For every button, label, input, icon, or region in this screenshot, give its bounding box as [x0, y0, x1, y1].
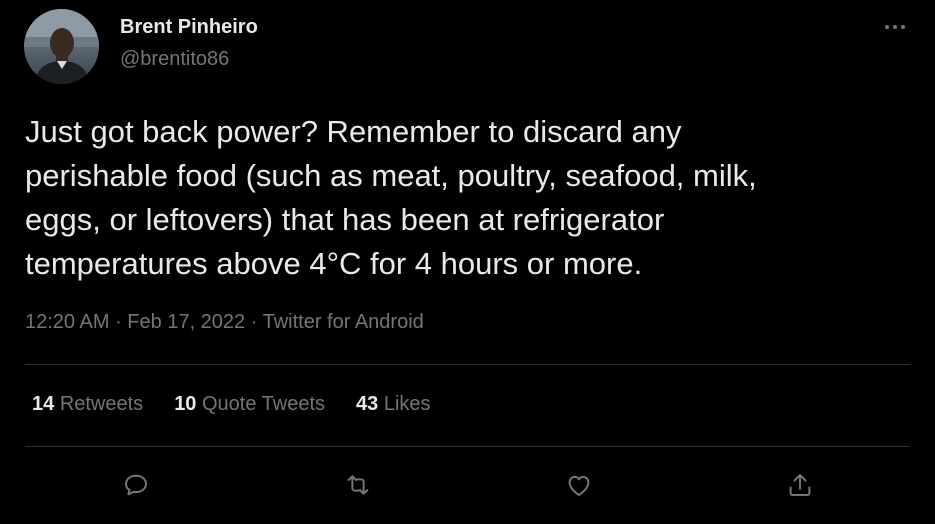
retweet-icon [347, 475, 369, 495]
retweets-stat[interactable]: 14 Retweets [32, 393, 143, 416]
tweet-date[interactable]: Feb 17, 2022 [127, 311, 245, 333]
share-button[interactable] [777, 462, 823, 508]
more-button[interactable] [877, 12, 913, 42]
tweet-meta: 12:20 AM · Feb 17, 2022 · Twitter for An… [25, 311, 424, 334]
tweet-source[interactable]: Twitter for Android [263, 311, 424, 333]
quote-tweets-stat[interactable]: 10 Quote Tweets [174, 393, 325, 416]
author-name[interactable]: Brent Pinheiro [120, 16, 258, 39]
meta-separator: · [245, 311, 263, 333]
like-button[interactable] [556, 462, 602, 508]
likes-count: 43 [356, 393, 379, 415]
avatar-image [24, 9, 99, 84]
retweets-label: Retweets [59, 393, 144, 415]
author-handle[interactable]: @brentito86 [120, 48, 229, 71]
retweet-button[interactable] [335, 462, 381, 508]
reply-button[interactable] [113, 462, 159, 508]
divider [25, 446, 910, 447]
reply-icon [125, 474, 147, 496]
share-icon [789, 474, 811, 496]
quote-tweets-count: 10 [174, 393, 197, 415]
likes-label: Likes [383, 393, 431, 415]
like-icon [568, 475, 590, 496]
meta-separator: · [109, 311, 128, 333]
action-bar [0, 462, 935, 508]
divider [25, 364, 910, 365]
retweets-count: 14 [32, 393, 55, 415]
tweet-text: Just got back power? Remember to discard… [25, 114, 757, 281]
avatar[interactable] [24, 9, 99, 84]
tweet-time[interactable]: 12:20 AM [25, 311, 110, 333]
tweet-stats: 14 Retweets 10 Quote Tweets 43 Likes [32, 393, 462, 416]
more-icon [885, 25, 905, 29]
quote-tweets-label: Quote Tweets [202, 393, 326, 415]
likes-stat[interactable]: 43 Likes [356, 393, 431, 416]
